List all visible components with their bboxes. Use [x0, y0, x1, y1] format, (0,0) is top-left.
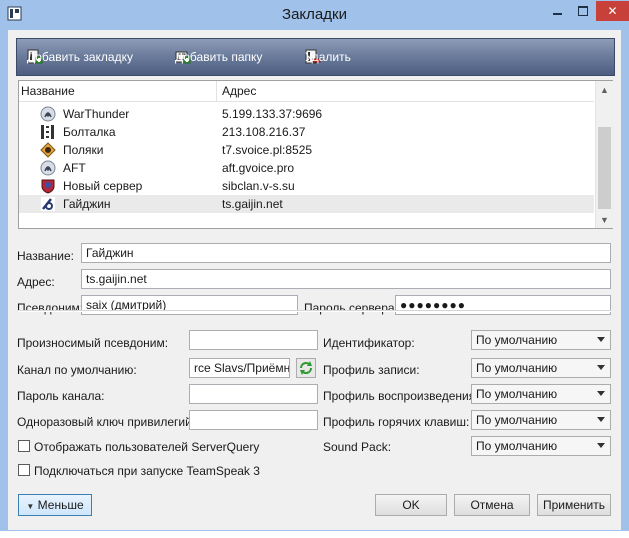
bookmark-row[interactable]: Болталка 213.108.216.37 [19, 123, 594, 141]
default-channel-label: Канал по умолчанию: [17, 363, 137, 377]
server-grid-icon [41, 125, 54, 139]
minimize-button[interactable] [544, 1, 570, 21]
add-bookmark-button[interactable]: Добавить закладку [27, 48, 133, 66]
default-channel-input[interactable]: rce Slavs/Приёмная [189, 358, 290, 378]
identity-value: По умолчанию [476, 333, 558, 347]
bookmark-name: Болталка [63, 125, 116, 139]
minimize-icon [552, 13, 562, 15]
channel-password-input[interactable] [189, 384, 318, 404]
less-button[interactable]: ▼ Меньше [18, 494, 92, 516]
sound-pack-label: Sound Pack: [323, 440, 392, 454]
bookmark-address: aft.gvoice.pro [222, 161, 295, 175]
bookmark-address: 213.108.216.37 [222, 125, 306, 139]
scrollbar-thumb[interactable] [598, 127, 611, 209]
title-bar[interactable]: Закладки ✕ [0, 0, 629, 29]
bookmarks-window: Закладки ✕ Добавить закладку Добавить па… [0, 0, 629, 536]
chevron-down-icon [597, 365, 605, 370]
nickname-input[interactable]: saix (дмитрий) [81, 295, 298, 315]
bookmark-name: WarThunder [63, 107, 130, 121]
server-password-input[interactable]: ●●●●●●●● [395, 295, 611, 315]
add-folder-button[interactable]: Добавить папку [175, 48, 262, 66]
refresh-channel-button[interactable] [296, 358, 316, 378]
phonetic-nickname-label: Произносимый псевдоним: [17, 336, 169, 350]
section-divider [18, 310, 611, 312]
close-button[interactable]: ✕ [596, 1, 629, 21]
bookmarks-toolbar: Добавить закладку Добавить папку Удалить [16, 38, 615, 76]
bookmark-row[interactable]: Новый сервер sibclan.v-s.su [19, 177, 594, 195]
tree-header: Название Адрес [19, 81, 594, 102]
channel-password-label: Пароль канала: [17, 389, 105, 403]
identity-select[interactable]: По умолчанию [471, 330, 611, 350]
add-folder-label: Добавить папку [175, 50, 263, 64]
playback-profile-select[interactable]: По умолчанию [471, 384, 611, 404]
connect-on-startup-label: Подключаться при запуске TeamSpeak 3 [34, 464, 260, 478]
window-title: Закладки [282, 6, 347, 23]
shield-emblem-icon [41, 179, 55, 194]
show-serverquery-checkbox[interactable] [18, 440, 30, 452]
bookmark-name: AFT [63, 161, 86, 175]
apply-button[interactable]: Применить [537, 494, 611, 516]
less-button-label: Меньше [37, 498, 84, 512]
identity-label: Идентификатор: [323, 336, 415, 350]
bookmark-name: Гайджин [63, 197, 111, 211]
bookmark-address: t7.svoice.pl:8525 [222, 143, 313, 157]
column-header-address[interactable]: Адрес [222, 81, 582, 101]
show-serverquery-label: Отображать пользователей ServerQuery [34, 440, 260, 454]
bookmark-row[interactable]: WarThunder 5.199.133.37:9696 [19, 105, 594, 123]
connect-on-startup-checkbox[interactable] [18, 464, 30, 476]
teamspeak-icon [40, 106, 56, 122]
bookmark-address: sibclan.v-s.su [222, 179, 295, 193]
maximize-button[interactable] [570, 1, 596, 21]
bookmark-row-selected[interactable]: Гайджин ts.gaijin.net [19, 195, 594, 213]
capture-profile-label: Профиль записи: [323, 363, 420, 377]
capture-profile-select[interactable]: По умолчанию [471, 358, 611, 378]
bookmark-row[interactable]: Поляки t7.svoice.pl:8525 [19, 141, 594, 159]
sound-pack-value: По умолчанию [476, 439, 558, 453]
hotkey-profile-value: По умолчанию [476, 413, 558, 427]
ok-button[interactable]: OK [375, 494, 447, 516]
playback-profile-value: По умолчанию [476, 387, 558, 401]
cancel-button[interactable]: Отмена [454, 494, 530, 516]
chevron-down-icon [597, 417, 605, 422]
phonetic-nickname-input[interactable] [189, 330, 318, 350]
teamspeak-diamond-icon [40, 142, 56, 158]
collapse-triangle-icon: ▼ [26, 502, 35, 511]
address-input[interactable]: ts.gaijin.net [81, 269, 611, 289]
teamspeak-icon [40, 160, 56, 176]
delete-button[interactable]: Удалить [305, 48, 351, 66]
chevron-down-icon [597, 391, 605, 396]
playback-profile-label: Профиль воспроизведения: [323, 389, 479, 403]
chevron-down-icon [597, 443, 605, 448]
background-strip [0, 531, 629, 538]
sound-pack-select[interactable]: По умолчанию [471, 436, 611, 456]
dialog-client-area: Добавить закладку Добавить папку Удалить [8, 30, 621, 530]
nickname-label: Псевдоним: [17, 301, 84, 315]
capture-profile-value: По умолчанию [476, 361, 558, 375]
delete-label: Удалить [305, 50, 351, 64]
scroll-up-icon[interactable]: ▲ [596, 81, 613, 98]
bookmark-address: 5.199.133.37:9696 [222, 107, 323, 121]
bookmark-row[interactable]: AFT aft.gvoice.pro [19, 159, 594, 177]
bookmark-tree[interactable]: Название Адрес WarThunder 5.199.133.37:9… [18, 80, 613, 229]
bookmark-name: Новый сервер [63, 179, 143, 193]
chevron-down-icon [597, 337, 605, 342]
address-label: Адрес: [17, 275, 55, 289]
bookmark-address: ts.gaijin.net [222, 197, 283, 211]
column-header-name[interactable]: Название [21, 81, 217, 101]
name-input[interactable]: Гайджин [81, 243, 611, 263]
privilege-key-input[interactable] [189, 410, 318, 430]
scroll-down-icon[interactable]: ▼ [596, 211, 613, 228]
hotkey-profile-label: Профиль горячих клавиш: [323, 415, 470, 429]
privilege-key-label: Одноразовый ключ привилегий: [17, 415, 196, 429]
tree-scrollbar[interactable]: ▲ ▼ [595, 81, 613, 228]
close-icon: ✕ [607, 4, 618, 18]
server-password-label: Пароль сервера: [304, 301, 398, 315]
bookmark-name: Поляки [63, 143, 104, 157]
add-bookmark-label: Добавить закладку [27, 50, 133, 64]
hotkey-profile-select[interactable]: По умолчанию [471, 410, 611, 430]
name-label: Название: [17, 249, 74, 263]
maximize-icon [578, 6, 588, 16]
gaijin-logo-icon [41, 197, 55, 211]
refresh-icon [300, 361, 312, 375]
